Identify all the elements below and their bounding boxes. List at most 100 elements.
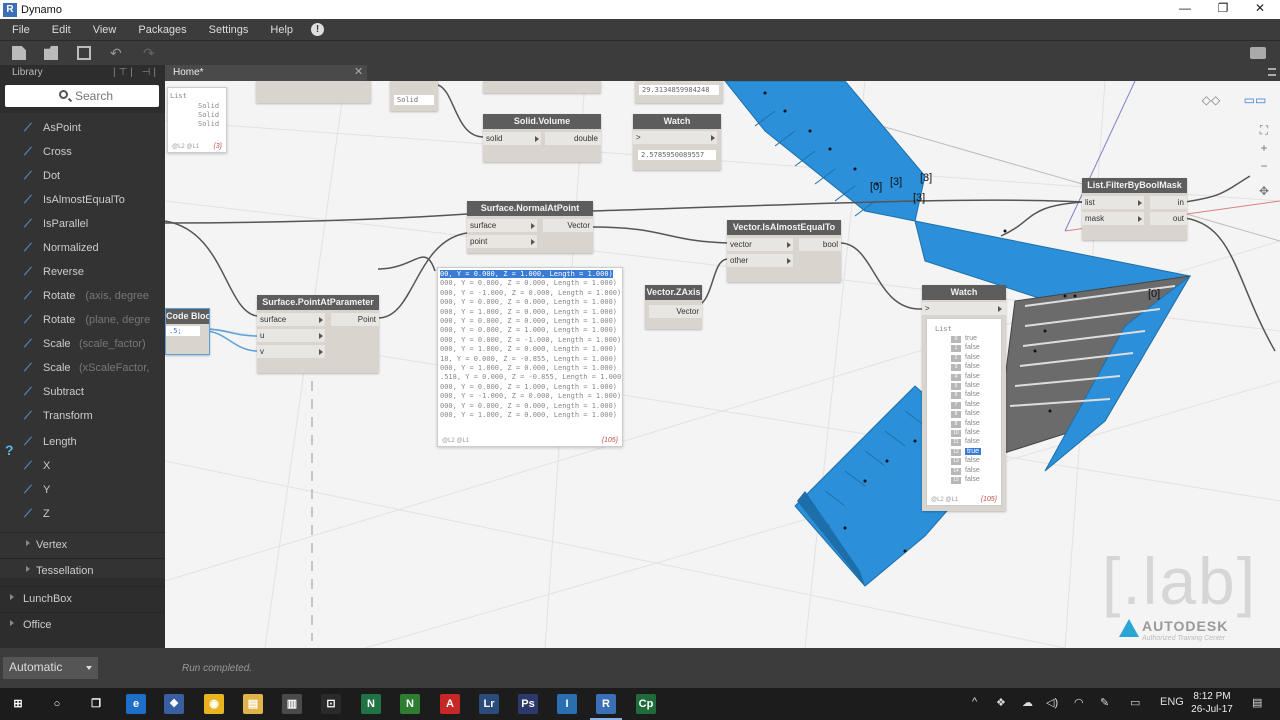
- library-item[interactable]: ⟋ IsParallel: [20, 216, 160, 234]
- menu-file[interactable]: File: [12, 24, 30, 36]
- watch-list-item[interactable]: 10 false: [935, 429, 989, 438]
- watch-list-item[interactable]: 13 false: [935, 457, 989, 466]
- open-folder-icon[interactable]: [44, 46, 58, 60]
- onenote-icon[interactable]: N: [361, 694, 381, 714]
- menu-settings[interactable]: Settings: [209, 24, 249, 36]
- start-icon[interactable]: ⊞: [8, 694, 28, 714]
- library-search[interactable]: [5, 85, 159, 107]
- port-vector-input[interactable]: vector: [727, 238, 793, 251]
- port-in-output[interactable]: in: [1150, 196, 1187, 209]
- port-u[interactable]: u: [257, 329, 325, 342]
- library-icon[interactable]: ▥: [282, 694, 302, 714]
- notification-icon[interactable]: !: [311, 23, 325, 36]
- library-item[interactable]: ⟋ Scale (xScaleFactor,: [20, 360, 160, 378]
- node-partial-top-right[interactable]: 29.3134859984248: [635, 81, 723, 103]
- cortana-icon[interactable]: ○: [47, 694, 67, 714]
- revit-icon[interactable]: R: [590, 694, 622, 720]
- node-vector-zaxis[interactable]: Vector.ZAxis Vector: [645, 285, 702, 329]
- vector-preview-bubble[interactable]: @L2 @L1 {105} 00, Y = 0.000, Z = 1.000, …: [437, 267, 623, 447]
- port-mask[interactable]: mask: [1082, 212, 1144, 225]
- library-item[interactable]: ⟋ Subtract: [20, 384, 160, 402]
- watch-list-item[interactable]: 5 false: [935, 382, 989, 391]
- library-item[interactable]: ⟋ IsAlmostEqualTo: [20, 192, 160, 210]
- watch-list-item[interactable]: 8 false: [935, 410, 989, 419]
- workspace-canvas[interactable]: [0] [3] [3] [3] [0] List Solid Solid Sol…: [165, 81, 1280, 648]
- taskbar-clock[interactable]: 8:12 PM 26-Jul-17: [1188, 690, 1236, 716]
- port-watch-input[interactable]: >: [922, 302, 1006, 315]
- pen-icon[interactable]: ✎: [1100, 696, 1109, 709]
- volume-icon[interactable]: ◁): [1046, 696, 1058, 709]
- port-out-output[interactable]: out: [1150, 212, 1187, 225]
- acrobat-icon[interactable]: A: [440, 694, 460, 714]
- maximize-button[interactable]: ❐: [1204, 0, 1242, 19]
- menu-help[interactable]: Help: [270, 24, 293, 36]
- graph-view-toggle-icon[interactable]: ▭▭: [1240, 93, 1270, 107]
- library-item[interactable]: ⟋ Cross: [20, 144, 160, 162]
- port-surface[interactable]: surface: [257, 313, 325, 326]
- show-hidden-icons-icon[interactable]: ^: [972, 696, 977, 708]
- camera-icon[interactable]: [1250, 47, 1266, 59]
- library-item[interactable]: ⟋ X: [20, 458, 160, 476]
- tab-home[interactable]: Home*: [165, 65, 367, 81]
- help-icon[interactable]: ?: [5, 442, 14, 458]
- library-category-lunchbox[interactable]: LunchBox: [0, 586, 165, 610]
- port-vector-output[interactable]: Vector: [649, 305, 702, 318]
- watch-list-item[interactable]: 0 true: [935, 335, 989, 344]
- library-item[interactable]: ⟋ Scale (scale_factor): [20, 336, 160, 354]
- node-list-filter-by-bool-mask[interactable]: List.FilterByBoolMask list mask in out: [1082, 178, 1187, 240]
- menu-view[interactable]: View: [93, 24, 117, 36]
- port-other[interactable]: other: [727, 254, 793, 267]
- node-watch-bool-list[interactable]: Watch > List @L2 @L1 {105} 0 true 1 false 2 f…: [922, 285, 1006, 511]
- watch-preview-solids[interactable]: List Solid Solid Solid @L2 @L1 {3}: [167, 87, 227, 153]
- watch-list-item[interactable]: 15 false: [935, 476, 989, 485]
- port-surface[interactable]: surface: [467, 219, 537, 232]
- port-list[interactable]: list: [1082, 196, 1144, 209]
- library-category-office[interactable]: Office: [0, 612, 165, 636]
- port-bool[interactable]: bool: [799, 238, 841, 251]
- library-item[interactable]: ⟋ Dot: [20, 168, 160, 186]
- language-indicator[interactable]: ENG: [1160, 696, 1184, 708]
- library-item[interactable]: ⟋ AsPoint: [20, 120, 160, 138]
- library-item[interactable]: ⟋ Transform: [20, 408, 160, 426]
- file-explorer-icon[interactable]: ▤: [243, 694, 263, 714]
- run-mode-select[interactable]: Automatic: [3, 657, 98, 679]
- port-v[interactable]: v: [257, 345, 325, 358]
- watch-list-item[interactable]: 2 false: [935, 354, 989, 363]
- menu-packages[interactable]: Packages: [138, 24, 186, 36]
- undo-icon[interactable]: ↶: [110, 46, 124, 60]
- close-button[interactable]: ✕: [1241, 0, 1279, 19]
- watch-list-item[interactable]: 9 false: [935, 420, 989, 429]
- pan-icon[interactable]: ✥: [1257, 184, 1271, 198]
- notepad-icon[interactable]: N: [400, 694, 420, 714]
- watch-list-item[interactable]: 1 false: [935, 344, 989, 353]
- wifi-icon[interactable]: ◠: [1074, 696, 1084, 709]
- inventor-icon[interactable]: I: [557, 694, 577, 714]
- redo-icon[interactable]: ↷: [143, 46, 157, 60]
- library-category-tessellation[interactable]: Tessellation: [0, 558, 165, 582]
- node-vector-is-almost-equal[interactable]: Vector.IsAlmostEqualTo vector other bool: [727, 220, 841, 282]
- keyboard-icon[interactable]: ▭: [1130, 696, 1140, 709]
- port-solid[interactable]: solid: [483, 132, 541, 145]
- library-category-vertex[interactable]: Vertex: [0, 532, 165, 556]
- captivate-icon[interactable]: Cp: [636, 694, 656, 714]
- node-partial-top-left[interactable]: [256, 81, 371, 103]
- library-item[interactable]: ⟋ Length: [20, 434, 160, 452]
- watch-list-item[interactable]: 4 false: [935, 373, 989, 382]
- tab-menu-icon[interactable]: [1268, 68, 1276, 76]
- library-item[interactable]: ⟋ Normalized: [20, 240, 160, 258]
- watch-list-item[interactable]: 7 false: [935, 401, 989, 410]
- node-code-block[interactable]: Code Block .5;: [165, 308, 210, 355]
- photoshop-icon[interactable]: Ps: [518, 694, 538, 714]
- port-vector[interactable]: Vector: [543, 219, 593, 232]
- library-layout-controls[interactable]: |⊤| ⊣|: [113, 65, 159, 81]
- notifications-icon[interactable]: ▤: [1252, 696, 1262, 709]
- zoom-out-icon[interactable]: −: [1257, 159, 1271, 173]
- task-view-icon[interactable]: ❐: [86, 694, 106, 714]
- watch-list-item[interactable]: 12 true: [935, 447, 989, 457]
- lightroom-icon[interactable]: Lr: [479, 694, 499, 714]
- save-icon[interactable]: [77, 46, 91, 60]
- watch-list-item[interactable]: 3 false: [935, 363, 989, 372]
- onedrive-icon[interactable]: ☁: [1022, 696, 1033, 709]
- port-point[interactable]: point: [467, 235, 537, 248]
- watch-list-item[interactable]: 6 false: [935, 391, 989, 400]
